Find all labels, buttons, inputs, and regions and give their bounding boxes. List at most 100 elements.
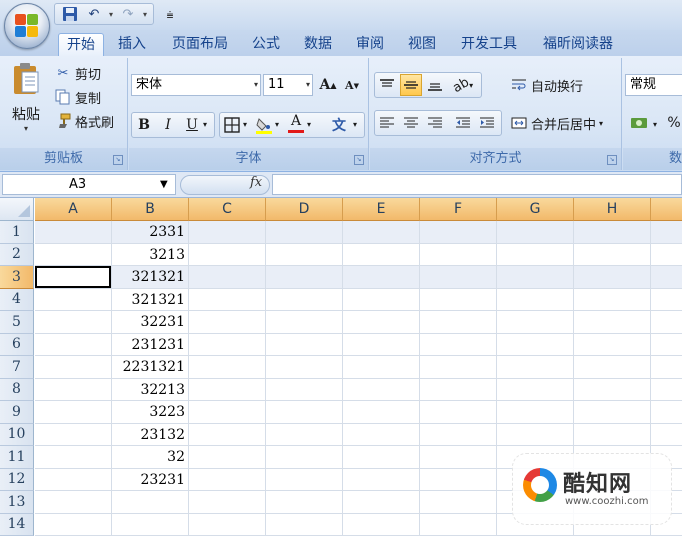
cell[interactable]	[343, 468, 420, 491]
cell[interactable]	[343, 378, 420, 401]
row-header-11[interactable]: 11	[0, 446, 34, 469]
cell-a4[interactable]	[35, 288, 112, 311]
name-box-dropdown-icon[interactable]: ▼	[160, 179, 168, 190]
row-header-2[interactable]: 2	[0, 243, 34, 266]
cell[interactable]	[189, 446, 266, 468]
cell[interactable]	[420, 378, 497, 401]
cell[interactable]	[420, 356, 497, 378]
cell[interactable]	[497, 288, 574, 311]
align-top-button[interactable]	[376, 74, 398, 96]
cell-b5[interactable]: 32231	[112, 311, 189, 333]
cell-a1[interactable]	[35, 221, 112, 243]
cell[interactable]	[574, 401, 651, 423]
format-painter-button[interactable]: 格式刷	[54, 110, 114, 132]
cell[interactable]	[343, 243, 420, 266]
redo-dropdown-icon[interactable]: ▾	[141, 10, 149, 19]
cell-b7[interactable]: 2231321	[112, 356, 189, 378]
cell[interactable]	[497, 221, 574, 243]
formula-input[interactable]	[272, 174, 682, 195]
phonetic-dropdown-icon[interactable]: ▾	[353, 120, 357, 129]
cut-button[interactable]: ✂ 剪切	[54, 62, 101, 84]
italic-button[interactable]: I	[157, 114, 179, 136]
cell[interactable]	[420, 468, 497, 491]
cell[interactable]	[266, 468, 343, 491]
cell[interactable]	[574, 266, 651, 288]
undo-dropdown-icon[interactable]: ▾	[107, 10, 115, 19]
column-header-a[interactable]: A	[35, 198, 112, 221]
underline-button[interactable]: U	[181, 114, 203, 136]
cell[interactable]	[343, 401, 420, 423]
cell[interactable]	[266, 243, 343, 266]
cell-a8[interactable]	[35, 378, 112, 401]
cell-a10[interactable]	[35, 423, 112, 446]
cell[interactable]	[343, 491, 420, 513]
tab-developer[interactable]: 开发工具	[452, 33, 526, 56]
cell[interactable]	[420, 243, 497, 266]
cell-b10[interactable]: 23132	[112, 423, 189, 446]
tab-insert[interactable]: 插入	[110, 33, 154, 56]
cell[interactable]	[266, 356, 343, 378]
cell-b2[interactable]: 3213	[112, 243, 189, 266]
tab-view[interactable]: 视图	[400, 33, 444, 56]
cell[interactable]	[343, 221, 420, 243]
align-left-button[interactable]	[376, 112, 398, 134]
insert-function-icon[interactable]: fx	[250, 175, 262, 190]
cell-b9[interactable]: 3223	[112, 401, 189, 423]
align-center-button[interactable]	[400, 112, 422, 134]
cell[interactable]	[189, 266, 266, 288]
cell[interactable]	[189, 221, 266, 243]
row-header-3[interactable]: 3	[0, 266, 34, 289]
cell[interactable]	[189, 243, 266, 266]
cell[interactable]	[497, 333, 574, 356]
cell[interactable]	[497, 243, 574, 266]
bold-button[interactable]: B	[133, 114, 155, 136]
cell[interactable]	[266, 446, 343, 468]
cell[interactable]	[189, 401, 266, 423]
grow-font-button[interactable]: A ▲	[317, 74, 339, 96]
row-header-10[interactable]: 10	[0, 423, 34, 446]
row-header-8[interactable]: 8	[0, 378, 34, 401]
cell[interactable]	[343, 513, 420, 536]
font-size-select[interactable]: 11 ▾	[263, 74, 313, 96]
font-color-button[interactable]: A	[285, 112, 307, 134]
cell[interactable]	[574, 243, 651, 266]
align-right-button[interactable]	[424, 112, 446, 134]
cell[interactable]	[189, 468, 266, 491]
cell[interactable]	[420, 513, 497, 536]
tab-foxit-reader[interactable]: 福昕阅读器	[534, 33, 622, 56]
cell[interactable]	[266, 513, 343, 536]
column-header-d[interactable]: D	[266, 198, 343, 221]
cell[interactable]	[343, 356, 420, 378]
column-header-g[interactable]: G	[497, 198, 574, 221]
borders-dropdown-icon[interactable]: ▾	[243, 120, 247, 129]
shrink-font-button[interactable]: A ▼	[341, 74, 363, 96]
undo-icon[interactable]: ↶	[83, 5, 105, 23]
cell-b6[interactable]: 231231	[112, 333, 189, 356]
tab-formulas[interactable]: 公式	[244, 33, 288, 56]
cell-a14[interactable]	[35, 513, 112, 536]
cell[interactable]	[266, 221, 343, 243]
column-header-f[interactable]: F	[420, 198, 497, 221]
merge-dropdown-icon[interactable]: ▾	[599, 119, 603, 128]
copy-button[interactable]: 复制	[54, 86, 101, 108]
column-header-i[interactable]	[651, 198, 682, 221]
cell-b4[interactable]: 321321	[112, 288, 189, 311]
office-button[interactable]	[4, 3, 50, 49]
cell[interactable]	[266, 423, 343, 446]
font-name-select[interactable]: 宋体 ▾	[131, 74, 261, 96]
cell[interactable]	[343, 423, 420, 446]
cell[interactable]	[189, 513, 266, 536]
tab-data[interactable]: 数据	[296, 33, 340, 56]
cell[interactable]	[420, 266, 497, 288]
cell-a5[interactable]	[35, 311, 112, 333]
row-header-14[interactable]: 14	[0, 513, 34, 536]
increase-indent-button[interactable]	[476, 112, 498, 134]
cell[interactable]	[497, 378, 574, 401]
number-format-select[interactable]: 常规	[625, 74, 682, 96]
cell[interactable]	[420, 288, 497, 311]
cell-b1[interactable]: 2331	[112, 221, 189, 243]
cell[interactable]	[189, 356, 266, 378]
cell-b11[interactable]: 32	[112, 446, 189, 468]
name-box[interactable]: A3	[2, 174, 176, 195]
phonetic-guide-button[interactable]: 文	[325, 114, 353, 136]
